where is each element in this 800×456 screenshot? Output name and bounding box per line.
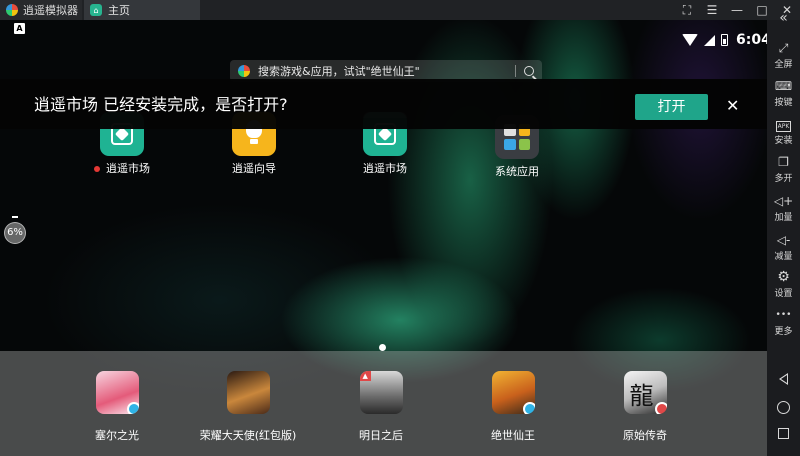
tool-label: 加量 bbox=[774, 213, 793, 223]
app-label: 荣耀大天使(红包版) bbox=[199, 429, 297, 442]
volume-up-icon: ◁+ bbox=[773, 194, 794, 208]
chevron-left-icon: « bbox=[779, 10, 788, 26]
app-label: 原始传奇 bbox=[623, 429, 667, 442]
volume-down-icon: ◁- bbox=[776, 233, 791, 247]
app-label: 塞尔之光 bbox=[95, 429, 139, 442]
tool-label: 按键 bbox=[774, 98, 793, 108]
dock: 塞尔之光 荣耀大天使(红包版) ▲ 明日之后 绝世仙王 龍 原始传奇 bbox=[0, 351, 767, 456]
game-icon: ▲ bbox=[359, 371, 403, 414]
dock-app-glory-archangel[interactable]: 荣耀大天使(红包版) bbox=[188, 371, 308, 443]
tool-label: 全屏 bbox=[774, 60, 793, 70]
open-button[interactable]: 打开 bbox=[635, 94, 708, 120]
memu-logo-icon bbox=[238, 65, 250, 77]
install-notification-banner: 逍遥市场 已经安装完成，是否打开? 打开 ✕ bbox=[0, 79, 767, 129]
status-bar: 6:04 bbox=[682, 32, 767, 48]
game-icon bbox=[491, 371, 535, 414]
app-label: 逍遥向导 bbox=[232, 162, 276, 175]
home-tab-icon: ⌂ bbox=[90, 4, 102, 16]
keyboard-icon: ⌨ bbox=[774, 79, 793, 93]
hot-tag-icon: ▲ bbox=[359, 371, 371, 381]
tool-label: 更多 bbox=[774, 327, 793, 337]
home-tab-label: 主页 bbox=[108, 4, 130, 17]
game-icon: 龍 bbox=[623, 371, 667, 414]
menu-icon[interactable]: ☰ bbox=[705, 0, 719, 20]
more-button[interactable]: ••• 更多 bbox=[767, 308, 800, 337]
recent-apps-button[interactable] bbox=[767, 428, 800, 439]
tool-label: 设置 bbox=[774, 289, 793, 299]
tool-label: 多开 bbox=[774, 174, 793, 184]
banner-message: 逍遥市场 已经安装完成，是否打开? bbox=[34, 95, 288, 114]
memu-logo-icon bbox=[6, 4, 18, 16]
dock-app-yuanshi-chuanqi[interactable]: 龍 原始传奇 bbox=[585, 371, 705, 443]
back-icon bbox=[779, 373, 788, 385]
apk-icon: APK bbox=[775, 121, 792, 132]
android-screen[interactable]: A 6:04 搜索游戏&应用，试试"绝世仙王" 逍遥市场 逍遥向导 逍遥市场 系… bbox=[0, 20, 767, 456]
game-icon bbox=[226, 371, 270, 414]
close-icon[interactable]: ✕ bbox=[726, 96, 739, 115]
wifi-icon bbox=[682, 34, 698, 46]
settings-button[interactable]: ⚙ 设置 bbox=[767, 270, 800, 299]
badge-icon bbox=[522, 402, 535, 414]
fullscreen-button[interactable]: ⤢ 全屏 bbox=[767, 41, 800, 70]
install-apk-button[interactable]: APK 安装 bbox=[767, 117, 800, 146]
clock: 6:04 bbox=[736, 32, 767, 48]
search-icon[interactable] bbox=[524, 66, 534, 76]
dock-app-juesh-xianwang[interactable]: 绝世仙王 bbox=[453, 371, 573, 443]
signal-icon bbox=[704, 34, 715, 46]
right-toolbar: « ⤢ 全屏 ⌨ 按键 APK 安装 ❐ 多开 ◁+ 加量 ◁- 减量 ⚙ 设置… bbox=[767, 11, 800, 456]
battery-icon bbox=[721, 34, 728, 46]
game-icon bbox=[95, 371, 139, 414]
fullscreen-icon: ⤢ bbox=[778, 41, 789, 55]
tool-label: 减量 bbox=[774, 252, 793, 262]
collapse-toolbar-button[interactable]: « bbox=[767, 11, 800, 25]
notification-indicator-icon: A bbox=[14, 23, 25, 34]
badge-icon bbox=[654, 402, 667, 414]
badge-icon bbox=[126, 402, 139, 414]
float-ball-marker bbox=[12, 216, 18, 218]
page-indicator bbox=[379, 344, 386, 351]
settings-icon: ⚙ bbox=[777, 269, 790, 285]
keymapping-button[interactable]: ⌨ 按键 bbox=[767, 79, 800, 108]
recent-apps-icon bbox=[778, 428, 789, 439]
app-label: 明日之后 bbox=[359, 429, 403, 442]
dock-app-lifeafter[interactable]: ▲ 明日之后 bbox=[321, 371, 441, 443]
app-label: 逍遥市场 bbox=[106, 162, 150, 175]
new-badge bbox=[94, 166, 100, 172]
app-label: 绝世仙王 bbox=[491, 429, 535, 442]
search-input[interactable]: 搜索游戏&应用，试试"绝世仙王" bbox=[258, 63, 507, 79]
multi-instance-button[interactable]: ❐ 多开 bbox=[767, 155, 800, 184]
tool-label: 安装 bbox=[774, 136, 793, 146]
back-button[interactable] bbox=[767, 373, 800, 385]
app-label: 逍遥市场 bbox=[363, 162, 407, 175]
dock-app-seer[interactable]: 塞尔之光 bbox=[57, 371, 177, 443]
home-icon bbox=[777, 401, 790, 414]
more-icon: ••• bbox=[775, 310, 792, 320]
tab-home[interactable]: ⌂ 主页 bbox=[84, 0, 200, 20]
app-tab[interactable]: 逍遥模拟器 bbox=[0, 0, 82, 20]
minimize-icon[interactable]: — bbox=[730, 0, 744, 20]
app-title: 逍遥模拟器 bbox=[23, 4, 78, 17]
volume-up-button[interactable]: ◁+ 加量 bbox=[767, 194, 800, 223]
divider bbox=[515, 65, 516, 77]
calligraphy-glyph-icon: 龍 bbox=[629, 382, 654, 410]
app-label: 系统应用 bbox=[495, 165, 539, 178]
home-button[interactable] bbox=[767, 401, 800, 414]
floating-ball[interactable]: 6% bbox=[4, 222, 26, 244]
title-bar: 逍遥模拟器 ⌂ 主页 ⛶ ☰ — □ ✕ bbox=[0, 0, 800, 20]
volume-down-button[interactable]: ◁- 减量 bbox=[767, 233, 800, 262]
screenshot-icon[interactable]: ⛶ bbox=[680, 0, 694, 20]
multi-instance-icon: ❐ bbox=[778, 155, 789, 169]
